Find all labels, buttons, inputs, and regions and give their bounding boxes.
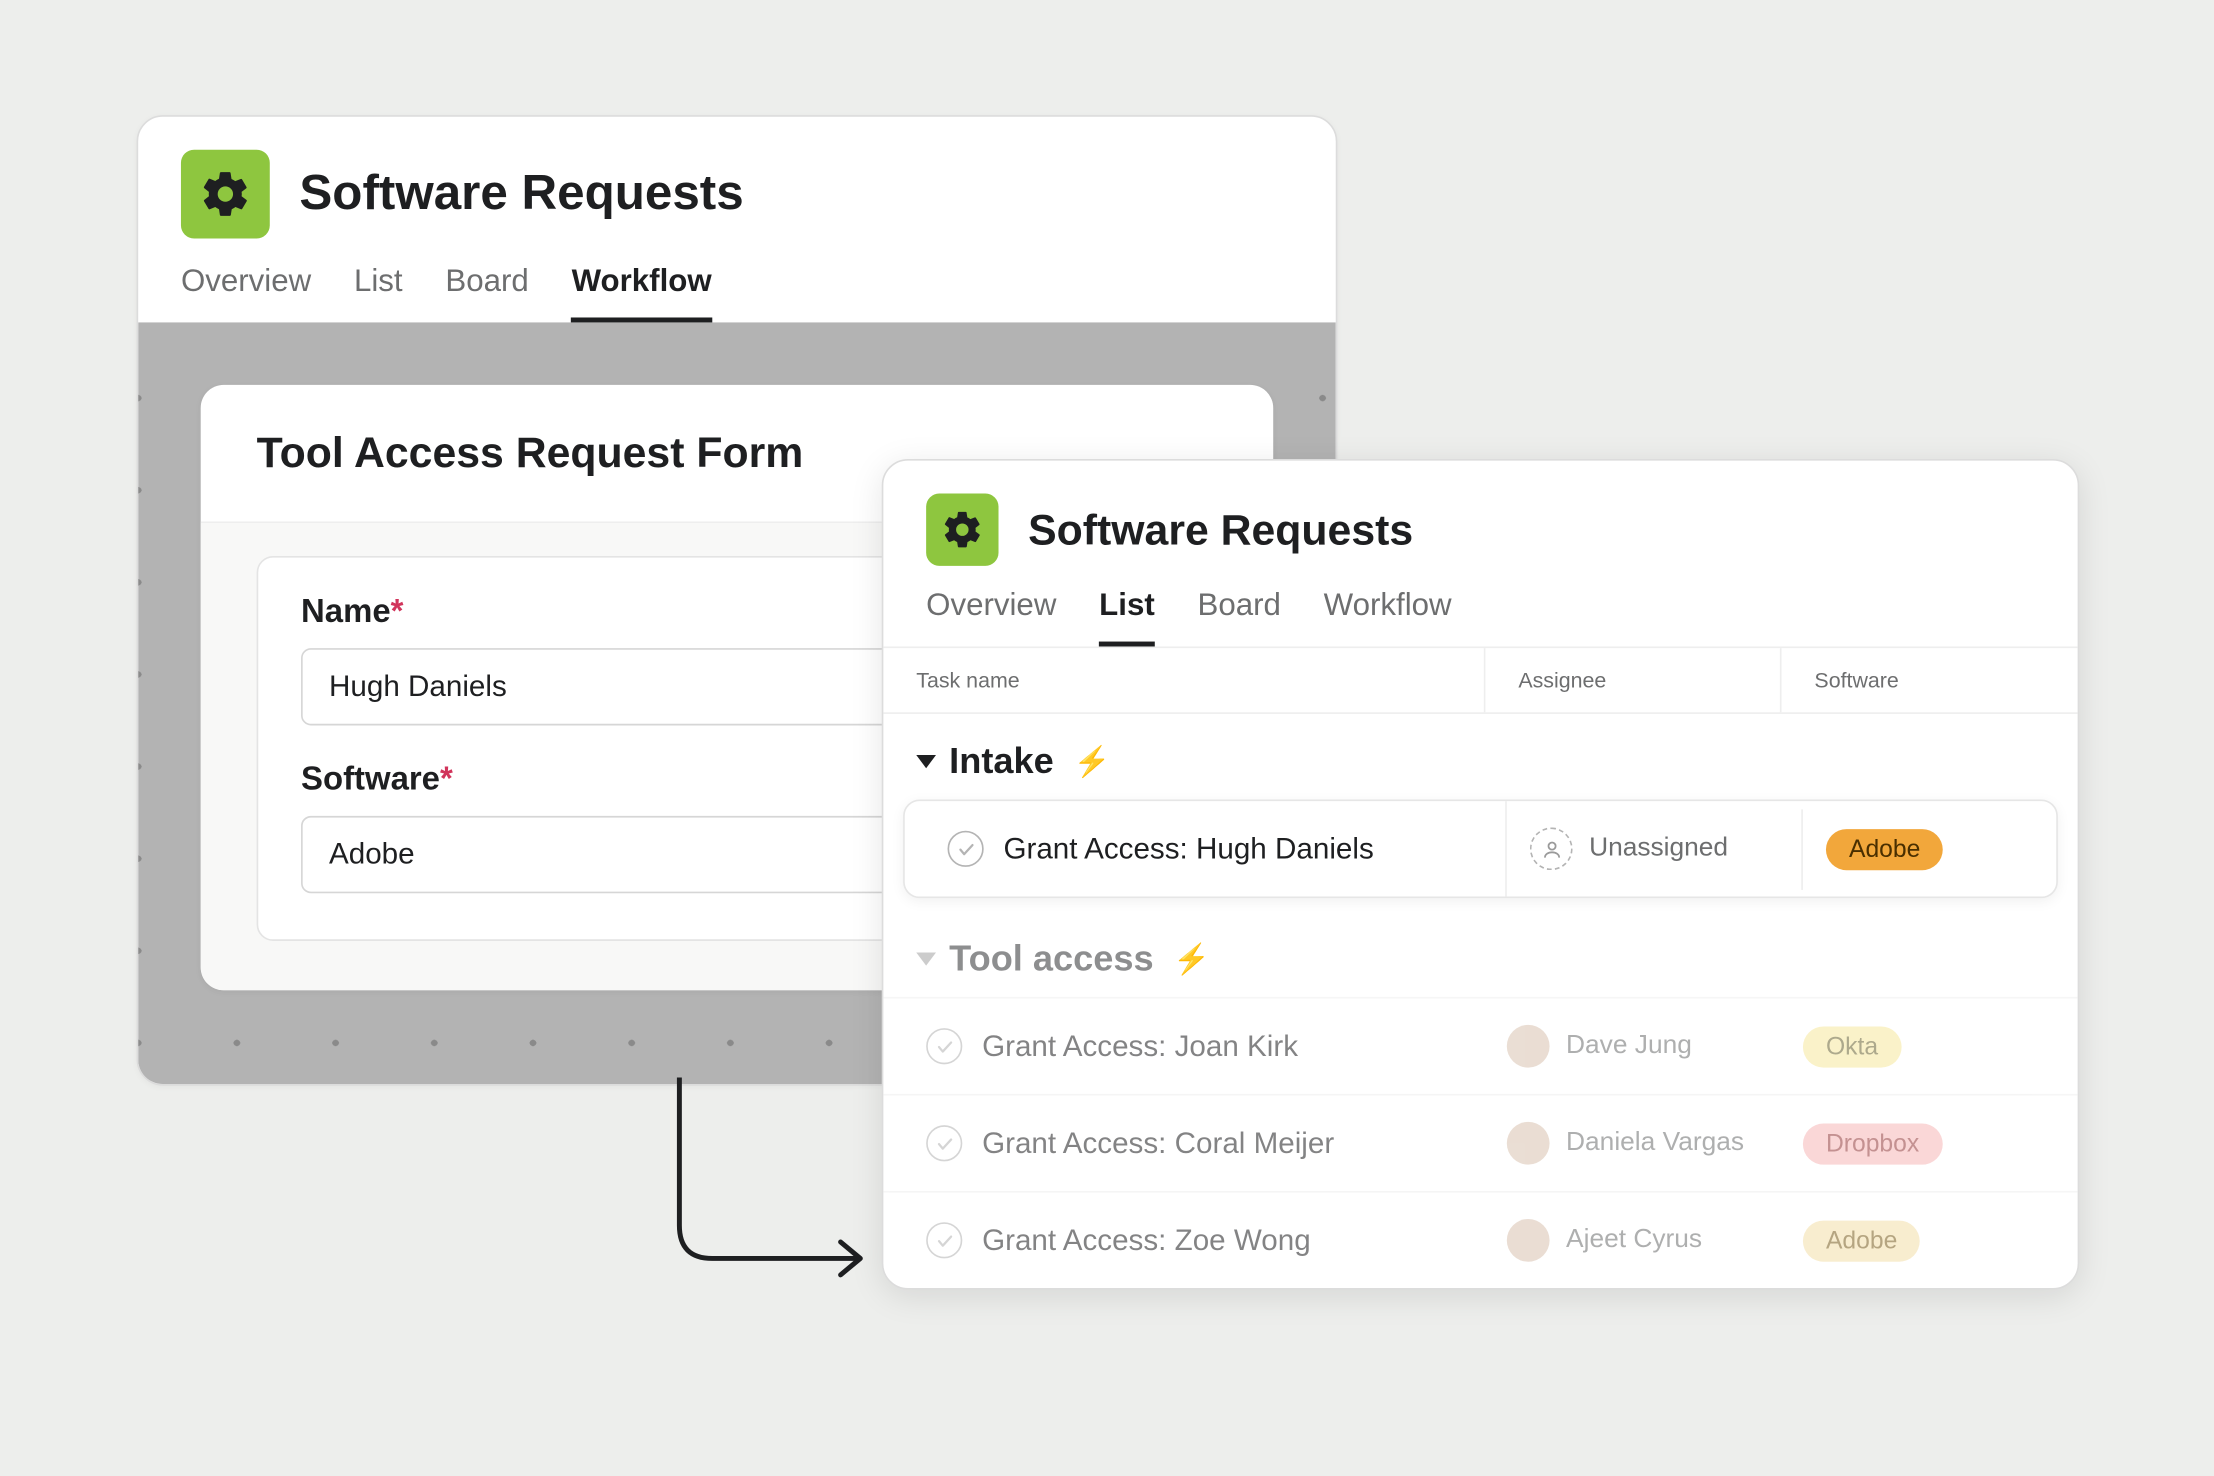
task-name: Grant Access: Zoe Wong — [982, 1223, 1311, 1258]
section-header[interactable]: Intake ⚡ — [883, 714, 2077, 800]
task-name: Grant Access: Coral Meijer — [982, 1126, 1334, 1161]
name-label-text: Name — [301, 594, 391, 630]
required-marker: * — [391, 594, 404, 630]
tab-workflow[interactable]: Workflow — [572, 265, 712, 323]
workflow-tabs: Overview List Board Workflow — [138, 255, 1336, 322]
unassigned-icon[interactable] — [1530, 827, 1573, 870]
tab-overview[interactable]: Overview — [181, 265, 311, 323]
column-headers: Task name Assignee Software — [883, 648, 2077, 714]
workflow-title: Software Requests — [299, 166, 743, 222]
task-row[interactable]: Grant Access: Zoe Wong Ajeet Cyrus Adobe — [883, 1191, 2077, 1288]
task-row[interactable]: Grant Access: Joan Kirk Dave Jung Okta — [883, 997, 2077, 1094]
caret-down-icon — [916, 952, 936, 965]
caret-down-icon — [916, 755, 936, 768]
tab-list[interactable]: List — [354, 265, 403, 323]
tab-board[interactable]: Board — [1198, 589, 1281, 647]
complete-check-icon[interactable] — [926, 1125, 962, 1161]
bolt-icon: ⚡ — [1173, 942, 1210, 977]
column-task-name: Task name — [883, 648, 1483, 712]
software-pill[interactable]: Adobe — [1826, 828, 1943, 869]
gear-icon — [926, 494, 998, 566]
required-marker: * — [440, 762, 453, 798]
list-card: Software Requests Overview List Board Workf… — [882, 459, 2080, 1290]
list-title: Software Requests — [1028, 504, 1413, 555]
avatar[interactable] — [1507, 1219, 1550, 1262]
section-name: Tool access — [949, 938, 1154, 981]
avatar[interactable] — [1507, 1025, 1550, 1068]
gear-icon — [181, 150, 270, 239]
list-sections: Intake ⚡ Grant Access: Hugh Daniels Unassig… — [883, 714, 2077, 1288]
assignee-name: Ajeet Cyrus — [1566, 1226, 1702, 1256]
software-pill[interactable]: Okta — [1803, 1026, 1901, 1067]
complete-check-icon[interactable] — [948, 831, 984, 867]
software-pill[interactable]: Dropbox — [1803, 1123, 1942, 1164]
assignee-name: Unassigned — [1589, 834, 1728, 864]
avatar[interactable] — [1507, 1122, 1550, 1165]
flow-arrow-icon — [646, 1077, 893, 1291]
software-label-text: Software — [301, 762, 440, 798]
complete-check-icon[interactable] — [926, 1222, 962, 1258]
tab-overview[interactable]: Overview — [926, 589, 1056, 647]
section-name: Intake — [949, 740, 1054, 783]
task-name: Grant Access: Hugh Daniels — [1003, 832, 1373, 867]
bolt-icon: ⚡ — [1074, 744, 1111, 779]
tab-workflow[interactable]: Workflow — [1324, 589, 1452, 647]
column-software: Software — [1780, 648, 2078, 712]
list-tabs: Overview List Board Workflow — [883, 579, 2077, 648]
task-row[interactable]: Grant Access: Hugh Daniels Unassigned Adob… — [903, 799, 2058, 898]
list-header: Software Requests — [883, 461, 2077, 579]
task-row[interactable]: Grant Access: Coral Meijer Daniela Vargas… — [883, 1094, 2077, 1191]
section-header[interactable]: Tool access ⚡ — [883, 911, 2077, 997]
tab-list[interactable]: List — [1099, 589, 1155, 647]
column-assignee: Assignee — [1484, 648, 1780, 712]
task-name: Grant Access: Joan Kirk — [982, 1029, 1298, 1064]
workflow-header: Software Requests — [138, 117, 1336, 255]
complete-check-icon[interactable] — [926, 1028, 962, 1064]
tab-board[interactable]: Board — [445, 265, 528, 323]
assignee-name: Daniela Vargas — [1566, 1128, 1744, 1158]
software-pill[interactable]: Adobe — [1803, 1220, 1920, 1261]
assignee-name: Dave Jung — [1566, 1031, 1692, 1061]
